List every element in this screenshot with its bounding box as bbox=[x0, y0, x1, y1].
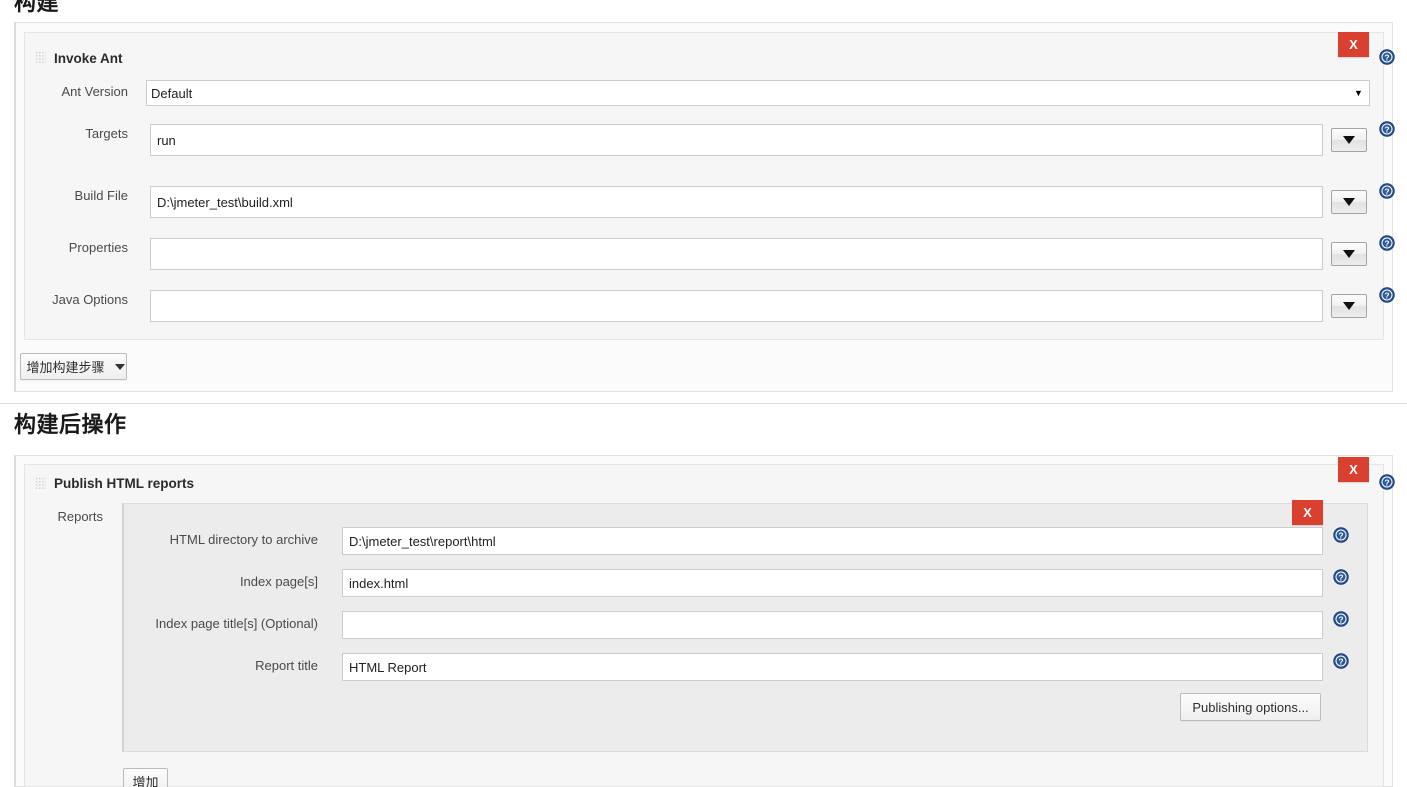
label-targets: Targets bbox=[85, 126, 128, 141]
post-build-section-heading: 构建后操作 bbox=[14, 412, 127, 437]
label-java-options: Java Options bbox=[52, 292, 128, 307]
help-icon-build-file[interactable]: ? bbox=[1379, 183, 1395, 199]
build-section-heading: 构建 bbox=[14, 0, 60, 15]
java-options-dropdown-button[interactable] bbox=[1331, 294, 1367, 318]
build-file-dropdown-button[interactable] bbox=[1331, 190, 1367, 214]
label-html-directory: HTML directory to archive bbox=[169, 532, 318, 547]
targets-dropdown-button[interactable] bbox=[1331, 128, 1367, 152]
label-index-page-titles: Index page title[s] (Optional) bbox=[155, 616, 318, 631]
delete-invoke-ant-button[interactable]: X bbox=[1338, 32, 1369, 57]
svg-text:?: ? bbox=[1384, 238, 1389, 248]
label-properties: Properties bbox=[68, 240, 128, 255]
help-icon-targets[interactable]: ? bbox=[1379, 121, 1395, 137]
publish-html-reports-title: Publish HTML reports bbox=[54, 476, 195, 491]
help-icon-index-pages[interactable]: ? bbox=[1333, 569, 1349, 585]
properties-input[interactable] bbox=[150, 238, 1323, 270]
help-icon-report-title[interactable]: ? bbox=[1333, 653, 1349, 669]
svg-text:?: ? bbox=[1338, 614, 1343, 624]
invoke-ant-title: Invoke Ant bbox=[54, 51, 123, 66]
help-icon-invoke-ant[interactable]: ? bbox=[1379, 49, 1395, 65]
add-report-button[interactable]: 增加 bbox=[123, 768, 168, 787]
jenkins-job-config-page: 构建 Invoke Ant X ? Ant Version Default ▼ … bbox=[0, 0, 1407, 787]
drag-grip-icon-publish[interactable] bbox=[35, 477, 46, 490]
svg-text:?: ? bbox=[1384, 52, 1389, 62]
index-pages-input[interactable] bbox=[342, 569, 1323, 597]
ant-version-select[interactable]: Default bbox=[146, 80, 1370, 106]
svg-text:?: ? bbox=[1384, 186, 1389, 196]
svg-text:?: ? bbox=[1338, 656, 1343, 666]
svg-text:?: ? bbox=[1384, 124, 1389, 134]
label-ant-version: Ant Version bbox=[61, 84, 129, 99]
html-directory-input[interactable] bbox=[342, 527, 1323, 555]
label-reports: Reports bbox=[57, 509, 103, 524]
properties-dropdown-button[interactable] bbox=[1331, 242, 1367, 266]
help-icon-properties[interactable]: ? bbox=[1379, 235, 1395, 251]
drag-grip-icon[interactable] bbox=[35, 51, 46, 64]
chevron-down-icon-java-options bbox=[1343, 302, 1355, 310]
svg-text:?: ? bbox=[1384, 290, 1389, 300]
delete-report-entry-button[interactable]: X bbox=[1292, 500, 1323, 525]
add-build-step-button[interactable]: 增加构建步骤 bbox=[20, 353, 127, 380]
help-icon-index-page-titles[interactable]: ? bbox=[1333, 611, 1349, 627]
svg-text:?: ? bbox=[1338, 530, 1343, 540]
help-icon-java-options[interactable]: ? bbox=[1379, 287, 1395, 303]
label-report-title: Report title bbox=[255, 658, 318, 673]
publishing-options-button[interactable]: Publishing options... bbox=[1180, 693, 1321, 721]
svg-text:?: ? bbox=[1384, 477, 1389, 487]
help-icon-publish-html-reports[interactable]: ? bbox=[1379, 474, 1395, 490]
help-icon-html-directory[interactable]: ? bbox=[1333, 527, 1349, 543]
index-page-titles-input[interactable] bbox=[342, 611, 1323, 639]
chevron-down-icon-add-build-step bbox=[114, 363, 125, 370]
publishing-options-label: Publishing options... bbox=[1192, 699, 1309, 715]
build-file-input[interactable] bbox=[150, 186, 1323, 218]
add-build-step-label: 增加构建步骤 bbox=[26, 360, 105, 375]
report-title-input[interactable] bbox=[342, 653, 1323, 681]
build-section-divider bbox=[0, 403, 1407, 404]
chevron-down-icon-properties bbox=[1343, 250, 1355, 258]
chevron-down-icon-build-file bbox=[1343, 198, 1355, 206]
label-build-file: Build File bbox=[74, 188, 128, 203]
delete-publish-html-reports-button[interactable]: X bbox=[1338, 457, 1369, 482]
label-index-pages: Index page[s] bbox=[239, 574, 318, 589]
chevron-down-icon-targets bbox=[1343, 136, 1355, 144]
svg-text:?: ? bbox=[1338, 572, 1343, 582]
targets-input[interactable] bbox=[150, 124, 1323, 156]
add-report-label: 增加 bbox=[132, 775, 159, 787]
java-options-input[interactable] bbox=[150, 290, 1323, 322]
